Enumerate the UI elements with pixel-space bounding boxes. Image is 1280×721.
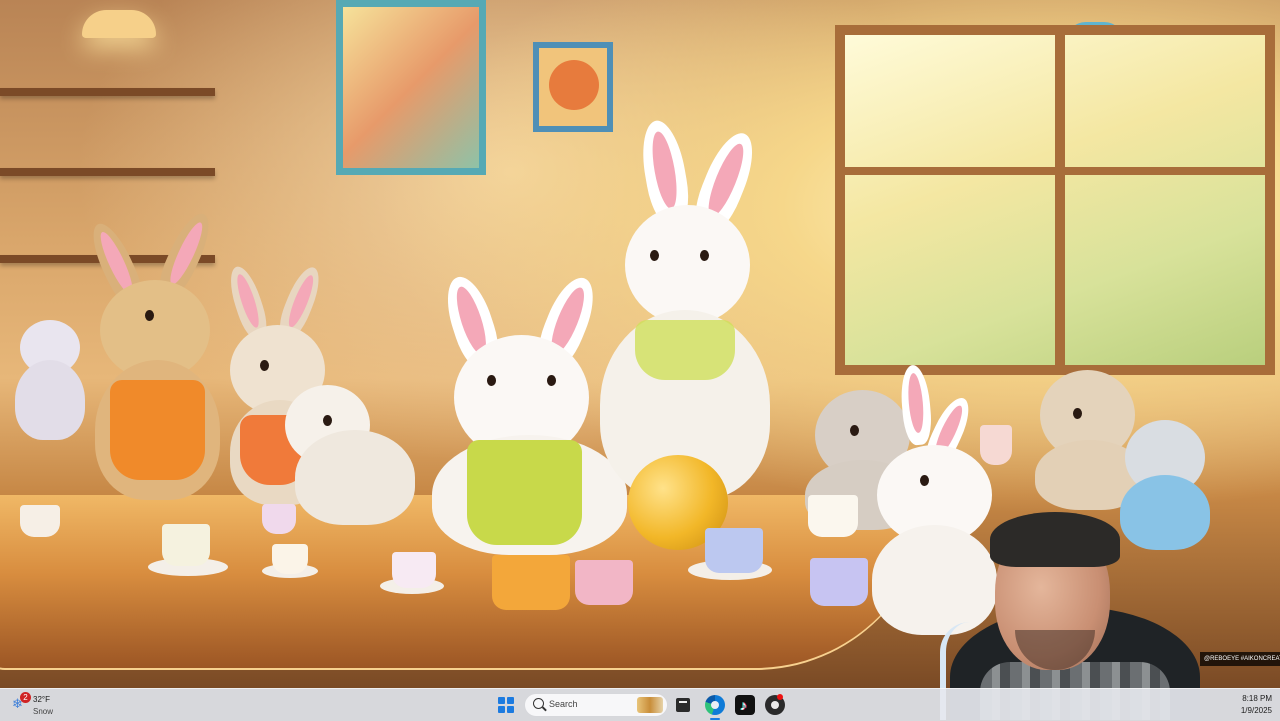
windows-logo-icon [498,706,505,713]
bunny-figure [15,290,85,440]
ceiling-lamp-decoration [82,10,156,38]
windows-logo-icon [498,697,505,704]
windows-logo-icon [507,706,514,713]
teacup-decoration [162,524,210,566]
teacup-decoration [262,504,296,534]
teacup-decoration [810,558,868,606]
search-icon [533,698,544,709]
shelf-decoration [0,88,215,96]
clock-date: 1/9/2025 [1240,706,1272,715]
start-button[interactable] [498,697,514,713]
system-clock[interactable]: 8:18 PM 1/9/2025 [1208,693,1272,717]
bunny-figure [84,207,230,500]
search-box[interactable]: Search [524,693,668,717]
teacup-decoration [705,528,763,573]
windows-logo-icon [507,697,514,704]
clock-time: 8:18 PM [1242,694,1272,703]
teacup-decoration [575,560,633,605]
file-explorer-icon[interactable] [676,698,690,712]
teacup-decoration [492,555,570,610]
teacup-decoration [980,425,1012,465]
teacup-decoration [392,552,436,588]
teacup-decoration [808,495,858,537]
notification-badge: 2 [20,692,31,703]
teacup-decoration [20,505,60,537]
weather-condition: Snow [33,707,54,716]
creator-credit-label: @REBOEYE #AIKONCREATED [1200,652,1280,666]
recording-indicator-icon [777,694,783,700]
streamer-hair [990,512,1120,567]
edge-browser-icon[interactable] [705,695,725,715]
weather-temperature: 32°F [33,695,50,704]
weather-widget[interactable]: ❄ 2 32°F Snow [10,692,80,718]
search-placeholder: Search [549,699,578,709]
bunny-figure [595,117,775,500]
search-highlight-image [637,697,663,713]
wall-painting-decoration [336,0,486,175]
shelf-decoration [0,168,215,176]
taskbar: ❄ 2 32°F Snow Search 8:18 PM 1/9/2025 [0,688,1280,721]
bunny-figure [285,385,415,525]
teacup-decoration [272,544,308,574]
tiktok-icon[interactable] [735,695,755,715]
wall-clock-decoration [533,42,613,132]
